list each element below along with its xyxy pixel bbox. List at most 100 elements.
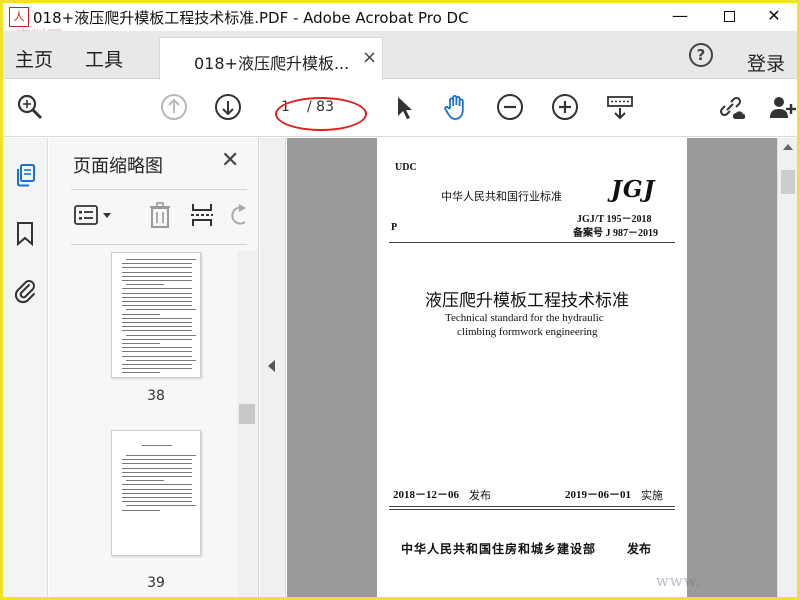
thumbnail-text-line — [122, 368, 192, 370]
scroll-mode-icon[interactable] — [605, 92, 635, 122]
thumbnail-text-line — [122, 275, 192, 277]
panel-divider-2 — [71, 244, 247, 245]
footer-rule — [389, 506, 675, 507]
minimize-button[interactable]: — — [657, 3, 703, 31]
tab-document-label: 018+液压爬升模板... — [194, 54, 350, 73]
thumbnail-text-line — [122, 467, 192, 469]
thumbnail-text-line — [122, 317, 192, 319]
tab-tools[interactable]: 工具 — [85, 45, 123, 72]
thumbnail-text-line — [122, 484, 192, 486]
scroll-up-arrow-icon[interactable] — [783, 144, 793, 150]
thumbnail-text-line — [126, 455, 196, 456]
thumbnail-text-line — [122, 280, 192, 281]
hand-tool-icon[interactable] — [441, 92, 471, 122]
navigation-pane-strip — [3, 138, 48, 597]
select-cursor-icon[interactable] — [389, 92, 419, 122]
panel-close-icon[interactable]: ✕ — [221, 148, 239, 173]
pdf-page: UDC 中华人民共和国行业标准 JGJ JGJ/T 195－2018 P 备案号… — [377, 138, 687, 597]
options-menu-icon[interactable] — [73, 203, 115, 227]
acrobat-window: 人 018+液压爬升模板工程技术标准.PDF - Adobe Acrobat P… — [3, 3, 797, 597]
implementation-label: 实施 — [641, 489, 663, 502]
maximize-button[interactable] — [706, 3, 752, 31]
thumbnail-text-line — [122, 271, 192, 273]
thumbnail-text-line — [122, 326, 192, 328]
issuer: 中华人民共和国住房和城乡建设部 — [401, 542, 597, 556]
thumbnail-page-38[interactable] — [111, 252, 201, 378]
document-title-cn: 液压爬升模板工程技术标准 — [425, 291, 629, 311]
help-icon[interactable]: ? — [689, 43, 713, 67]
thumbnail-text-line — [122, 343, 160, 344]
zoom-out-icon[interactable] — [495, 92, 525, 122]
document-view[interactable]: UDC 中华人民共和国行业标准 JGJ JGJ/T 195－2018 P 备案号… — [287, 138, 777, 597]
red-annotation-ellipse — [275, 97, 367, 131]
thumbnail-scrollbar-thumb[interactable] — [239, 404, 255, 424]
thumbnail-text-line — [122, 301, 192, 302]
zoom-in-icon[interactable] — [550, 92, 580, 122]
tab-bar: 主页 工具 018+液压爬升模板... × ? 登录 — [3, 31, 797, 80]
implementation-date: 2019－06－01 — [565, 489, 631, 501]
share-link-icon[interactable] — [715, 92, 745, 122]
bookmark-icon[interactable] — [12, 220, 38, 246]
jgj-logo: JGJ — [611, 176, 656, 203]
thumbnail-text-line — [122, 355, 192, 357]
document-title-en-1: Technical standard for the hydraulic — [445, 312, 604, 324]
thumbnail-text-line — [122, 322, 192, 323]
thumbnail-number: 38 — [147, 388, 165, 404]
thumbnail-text-line — [122, 509, 160, 511]
page-thumbnails-icon[interactable] — [12, 162, 38, 188]
thumbnail-text-line — [122, 488, 192, 490]
thumbnail-text-line — [126, 284, 164, 286]
panel-divider — [71, 189, 247, 190]
previous-page-icon[interactable] — [159, 92, 189, 122]
tab-close-icon[interactable]: × — [362, 47, 377, 68]
attachment-icon[interactable] — [12, 278, 38, 304]
thumbnail-text-line — [122, 292, 192, 294]
p-mark: P — [391, 222, 398, 233]
rotate-page-icon[interactable] — [227, 202, 249, 228]
thumbnail-text-line — [122, 476, 192, 477]
login-button[interactable]: 登录 — [747, 49, 785, 76]
delete-page-icon[interactable] — [147, 201, 173, 229]
thumbnail-text-line — [126, 505, 196, 507]
watermark-bottom-right: www. — [656, 572, 702, 590]
thumbnail-scrollbar[interactable] — [237, 250, 257, 597]
add-user-icon[interactable] — [767, 92, 797, 122]
thumbnail-text-line — [122, 263, 192, 265]
thumbnail-number: 39 — [147, 575, 165, 591]
thumbnail-text-line — [126, 480, 164, 482]
thumbnail-text-line — [122, 267, 192, 269]
thumbnail-text-line — [122, 296, 192, 298]
insert-page-icon[interactable] — [189, 201, 215, 229]
pane-collapse-handle[interactable] — [260, 138, 286, 597]
thumbnail-text-line — [122, 372, 160, 374]
thumbnail-text-line — [122, 492, 192, 494]
main-toolbar: 1 / 83 — [3, 80, 797, 137]
tab-home[interactable]: 主页 — [15, 45, 53, 72]
next-page-icon[interactable] — [213, 92, 243, 122]
search-zoom-icon[interactable] — [15, 92, 45, 122]
thumbnail-text-line — [122, 347, 192, 349]
issue-date: 2018－12－06 — [393, 489, 459, 501]
collapse-arrow-icon[interactable] — [268, 360, 275, 372]
thumbnail-text-line — [122, 471, 192, 473]
issuer-action: 发布 — [627, 542, 652, 556]
window-title: 018+液压爬升模板工程技术标准.PDF - Adobe Acrobat Pro… — [33, 9, 469, 27]
thumbnail-heading-line — [142, 445, 172, 446]
thumbnail-text-line — [122, 497, 192, 498]
close-window-button[interactable]: ✕ — [751, 3, 797, 31]
tab-document[interactable]: 018+液压爬升模板... × — [159, 37, 383, 80]
thumbnail-text-line — [122, 459, 192, 461]
thumbnail-text-line — [126, 309, 196, 311]
thumbnail-page-39[interactable] — [111, 430, 201, 556]
thumbnail-text-line — [122, 463, 192, 465]
thumbnail-text-line — [122, 364, 192, 365]
standard-category: 中华人民共和国行业标准 — [441, 190, 562, 203]
page-thumbnails-panel: 页面缩略图 ✕ 38 39 — [49, 138, 259, 597]
document-scrollbar[interactable] — [777, 138, 797, 597]
issue-label: 发布 — [469, 489, 491, 502]
thumbnail-text-line — [122, 501, 192, 503]
thumbnail-text-line — [126, 359, 196, 361]
standard-code: JGJ/T 195－2018 — [577, 214, 652, 225]
document-scrollbar-thumb[interactable] — [781, 170, 795, 194]
maximize-icon — [723, 11, 735, 22]
